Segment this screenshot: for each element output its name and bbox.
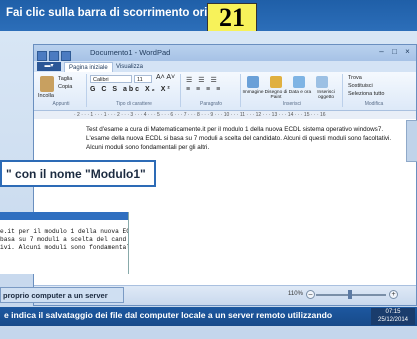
object-icon[interactable] [316,76,328,88]
quick-access-toolbar [37,48,77,61]
group-label: Inserisci [282,101,302,107]
clock-time: 07:15 [385,309,401,315]
question-header: Fai clic sulla barra di scorrimento oriz… [0,0,417,32]
list-icons[interactable]: ☰ ☰ ☰ [186,76,219,84]
document-line: Test d'esame a cura di Matematicamente.i… [86,126,384,133]
group-insert: Immagine Disegno di Paint Data e ora Ins… [242,74,343,107]
undo-icon[interactable] [49,51,59,61]
monospace-preview: e.it per il modulo 1 della nuova ECD bas… [0,212,129,274]
preview-line: ivi. Alcuni moduli sono fondamental [0,244,129,251]
preview-line: e.it per il modulo 1 della nuova ECD [0,228,129,235]
zoom-level: 110% [288,291,303,297]
copy-button[interactable]: Copia [58,84,72,90]
save-icon[interactable] [37,51,47,61]
taskbar-clock: 07:15 25/12/2014 [371,308,415,325]
paste-icon[interactable] [40,76,54,92]
select-all-button[interactable]: Seleziona tutto [348,91,384,97]
answer-overlay: " con il nome "Modulo1" [0,160,156,187]
group-clipboard: Incolla Taglia Copia Appunti [36,74,87,107]
date-time-button[interactable]: Data e ora [288,90,312,95]
align-icons[interactable]: ≡ ≡ ≡ ≡ [186,86,222,93]
group-edit: Trova Sostituisci Seleziona tutto Modifi… [344,74,404,107]
preview-titlebar [0,212,128,220]
font-size-select[interactable]: 11 [134,75,152,83]
paint-drawing-button[interactable]: Disegno di Paint [264,90,288,100]
group-font: Calibri 11 A˄ A˅ G C S abc X₂ X² Tipo di… [88,74,181,107]
bottom-bar: e indica il salvataggio dei file dal com… [0,307,417,326]
zoom-slider-thumb[interactable] [348,290,352,299]
grow-font-icon[interactable]: A˄ A˅ [156,74,175,81]
clock-date: 25/12/2014 [377,317,409,323]
insert-image-button[interactable]: Immagine [242,90,264,95]
paste-button[interactable]: Incolla [38,93,54,99]
group-label: Appunti [52,101,70,107]
overlay-text: " con il nome "Modulo1" [6,167,146,181]
group-label: Modifica [364,101,384,107]
preview-text: e.it per il modulo 1 della nuova ECD bas… [0,220,128,252]
document-line: Alcuni moduli sono fondamentali per gli … [86,144,210,151]
document-line: L'esame della nuova ECDL si basa su 7 mo… [86,135,392,142]
redo-icon[interactable] [61,51,71,61]
format-buttons[interactable]: G C S abc X₂ X² [90,86,172,93]
ribbon: Incolla Taglia Copia Appunti Calibri 11 … [34,72,416,111]
ribbon-tabs: ▬▾ Pagina iniziale Visualizza [34,61,416,73]
file-menu-button[interactable]: ▬▾ [37,62,61,71]
tab-view[interactable]: Visualizza [112,62,147,72]
font-name-select[interactable]: Calibri [90,75,132,83]
insert-object-button[interactable]: Inserisci oggetto [312,90,340,100]
replace-button[interactable]: Sostituisci [348,83,373,89]
title-bar: Documento1 - WordPad – □ × [34,45,416,61]
close-icon[interactable]: × [401,47,414,56]
window-title: Documento1 - WordPad [90,48,171,57]
paint-icon[interactable] [270,76,282,88]
document-text[interactable]: Test d'esame a cura di Matematicamente.i… [86,125,416,152]
server-label: proprio computer a un server [0,287,124,303]
question-number: 21 [207,3,257,32]
find-button[interactable]: Trova [348,75,362,81]
minimize-icon[interactable]: – [375,47,388,56]
calendar-icon[interactable] [293,76,305,88]
image-icon[interactable] [247,76,259,88]
window-controls: – □ × [375,47,414,56]
group-label: Tipo di carattere [116,101,152,107]
maximize-icon[interactable]: □ [388,47,401,56]
zoom-in-icon[interactable]: + [389,290,398,299]
group-paragraph: ☰ ☰ ☰ ≡ ≡ ≡ ≡ Paragrafo [182,74,241,107]
cut-button[interactable]: Taglia [58,76,72,82]
preview-line: basa su 7 moduli a scelta del cand [0,236,127,243]
bottom-question: e indica il salvataggio dei file dal com… [4,310,333,320]
zoom-out-icon[interactable]: – [306,290,315,299]
side-scroll-handle[interactable] [406,120,417,162]
group-label: Paragrafo [200,101,222,107]
